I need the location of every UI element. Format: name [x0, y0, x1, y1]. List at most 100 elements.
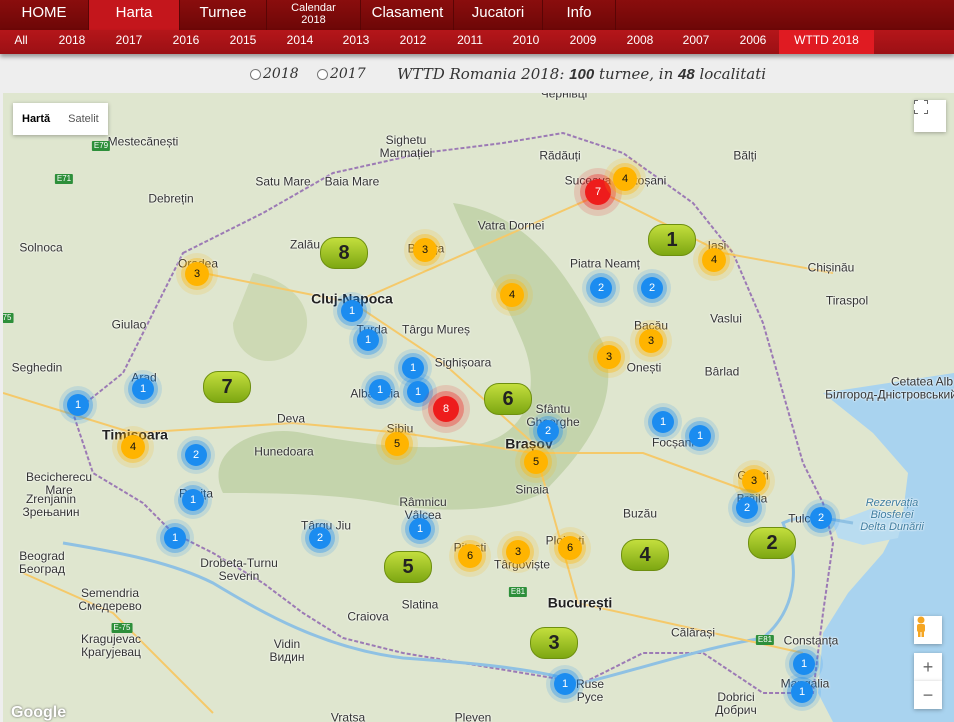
cluster-marker-blue[interactable]: 2: [810, 507, 832, 529]
cluster-marker-red[interactable]: 7: [585, 179, 611, 205]
cluster-marker-blue[interactable]: 1: [369, 379, 391, 401]
region-count-badge[interactable]: 1: [648, 224, 696, 256]
cluster-marker-blue[interactable]: 1: [357, 329, 379, 351]
year-tab-2012[interactable]: 2012: [387, 30, 439, 54]
zoom-out-button[interactable]: −: [914, 681, 942, 709]
cluster-marker-orange[interactable]: 3: [742, 469, 766, 493]
road-shield: 75: [3, 313, 14, 323]
nav-item-info[interactable]: Info: [543, 0, 616, 30]
place-label: Ruse Русе: [575, 677, 605, 704]
cluster-marker-orange[interactable]: 4: [613, 167, 637, 191]
year-tab-2014[interactable]: 2014: [274, 30, 326, 54]
street-view-icon[interactable]: [914, 616, 942, 644]
cluster-marker-blue[interactable]: 1: [402, 357, 424, 379]
year-tab-2013[interactable]: 2013: [330, 30, 382, 54]
place-label: Kragujevac Крагујевац: [80, 632, 142, 659]
nav-item-calendar-2018[interactable]: Calendar 2018: [267, 0, 361, 30]
year-tab-2018[interactable]: 2018: [46, 30, 98, 54]
place-label: Tiraspol: [825, 293, 869, 308]
radio-2017[interactable]: [317, 69, 328, 80]
cluster-marker-red[interactable]: 8: [433, 396, 459, 422]
place-label: Chișinău: [807, 260, 855, 275]
nav-item-turnee[interactable]: Turnee: [180, 0, 267, 30]
filter-bar: 2018 2017 WTTD Romania 2018: 100 turnee,…: [0, 60, 954, 90]
map-type-satellite[interactable]: Satelit: [59, 103, 108, 135]
year-tab-2016[interactable]: 2016: [160, 30, 212, 54]
place-label: Bârlad: [704, 364, 740, 379]
place-label: Beograd Београд: [19, 549, 65, 576]
summary-mid: turnee, in: [594, 65, 678, 83]
region-count-badge[interactable]: 2: [748, 527, 796, 559]
place-label: Constanța: [783, 633, 839, 648]
region-count-badge[interactable]: 7: [203, 371, 251, 403]
region-count-badge[interactable]: 5: [384, 551, 432, 583]
radio-2017-label[interactable]: 2017: [330, 66, 366, 82]
cluster-marker-blue[interactable]: 2: [641, 277, 663, 299]
year-tab-2006[interactable]: 2006: [727, 30, 779, 54]
place-label: Satu Mare: [255, 174, 311, 189]
cluster-marker-blue[interactable]: 1: [164, 527, 186, 549]
place-label: Onești: [626, 360, 662, 375]
nav-item-harta[interactable]: Harta: [89, 0, 180, 30]
place-label: Solnoca: [19, 240, 63, 255]
cluster-marker-orange[interactable]: 5: [385, 432, 409, 456]
cluster-marker-blue[interactable]: 1: [132, 378, 154, 400]
map-type-map[interactable]: Hartă: [13, 103, 59, 135]
cluster-marker-orange[interactable]: 3: [597, 345, 621, 369]
region-count-badge[interactable]: 8: [320, 237, 368, 269]
region-count-badge[interactable]: 3: [530, 627, 578, 659]
map-canvas[interactable]: Mestecănești Debrețin Satu Mare Baia Mare Si…: [3, 93, 954, 722]
region-count-badge[interactable]: 4: [621, 539, 669, 571]
place-label: Slatina: [401, 597, 439, 612]
place-label: Zrenjanin Зрењанин: [22, 492, 80, 519]
tournament-count: 100: [569, 66, 595, 83]
place-label: București: [547, 594, 613, 611]
cluster-marker-blue[interactable]: 1: [793, 653, 815, 675]
nav-item-home[interactable]: HOME: [0, 0, 89, 30]
cluster-marker-orange[interactable]: 3: [506, 540, 530, 564]
cluster-marker-blue[interactable]: 1: [182, 489, 204, 511]
cluster-marker-blue[interactable]: 2: [309, 527, 331, 549]
fullscreen-icon[interactable]: [914, 100, 946, 132]
year-tab-all[interactable]: All: [0, 30, 42, 54]
radio-2018-label[interactable]: 2018: [263, 66, 299, 82]
cluster-marker-orange[interactable]: 6: [458, 544, 482, 568]
place-label: Sighetu Marmației: [379, 133, 433, 160]
cluster-marker-blue[interactable]: 1: [791, 681, 813, 703]
cluster-marker-blue[interactable]: 2: [590, 277, 612, 299]
cluster-marker-blue[interactable]: 1: [554, 673, 576, 695]
cluster-marker-blue[interactable]: 2: [185, 444, 207, 466]
cluster-marker-blue[interactable]: 2: [736, 497, 758, 519]
cluster-marker-blue[interactable]: 2: [537, 420, 559, 442]
year-tab-2008[interactable]: 2008: [614, 30, 666, 54]
radio-2018[interactable]: [250, 69, 261, 80]
cluster-marker-blue[interactable]: 1: [689, 425, 711, 447]
year-tab-2015[interactable]: 2015: [217, 30, 269, 54]
cluster-marker-orange[interactable]: 5: [524, 450, 548, 474]
cluster-marker-blue[interactable]: 1: [67, 394, 89, 416]
year-tab-wttd-2018[interactable]: WTTD 2018: [779, 30, 874, 54]
cluster-marker-orange[interactable]: 4: [702, 248, 726, 272]
cluster-marker-orange[interactable]: 3: [185, 262, 209, 286]
year-tab-2011[interactable]: 2011: [444, 30, 496, 54]
cluster-marker-orange[interactable]: 6: [558, 536, 582, 560]
cluster-marker-blue[interactable]: 1: [409, 518, 431, 540]
region-count-badge[interactable]: 6: [484, 383, 532, 415]
year-tab-2007[interactable]: 2007: [670, 30, 722, 54]
cluster-marker-orange[interactable]: 3: [413, 238, 437, 262]
year-tab-2009[interactable]: 2009: [557, 30, 609, 54]
cluster-marker-blue[interactable]: 1: [407, 381, 429, 403]
cluster-marker-blue[interactable]: 1: [341, 300, 363, 322]
cluster-marker-orange[interactable]: 4: [500, 283, 524, 307]
road-shield: E81: [755, 635, 775, 645]
place-label: Sighișoara: [434, 355, 492, 370]
cluster-marker-orange[interactable]: 4: [121, 435, 145, 459]
cluster-marker-orange[interactable]: 3: [639, 329, 663, 353]
zoom-in-button[interactable]: +: [914, 653, 942, 681]
year-tab-2010[interactable]: 2010: [500, 30, 552, 54]
place-label: Semendria Смедерево: [78, 586, 142, 613]
nav-item-clasament[interactable]: Clasament: [362, 0, 454, 30]
cluster-marker-blue[interactable]: 1: [652, 411, 674, 433]
nav-item-jucatori[interactable]: Jucatori: [454, 0, 543, 30]
year-tab-2017[interactable]: 2017: [103, 30, 155, 54]
